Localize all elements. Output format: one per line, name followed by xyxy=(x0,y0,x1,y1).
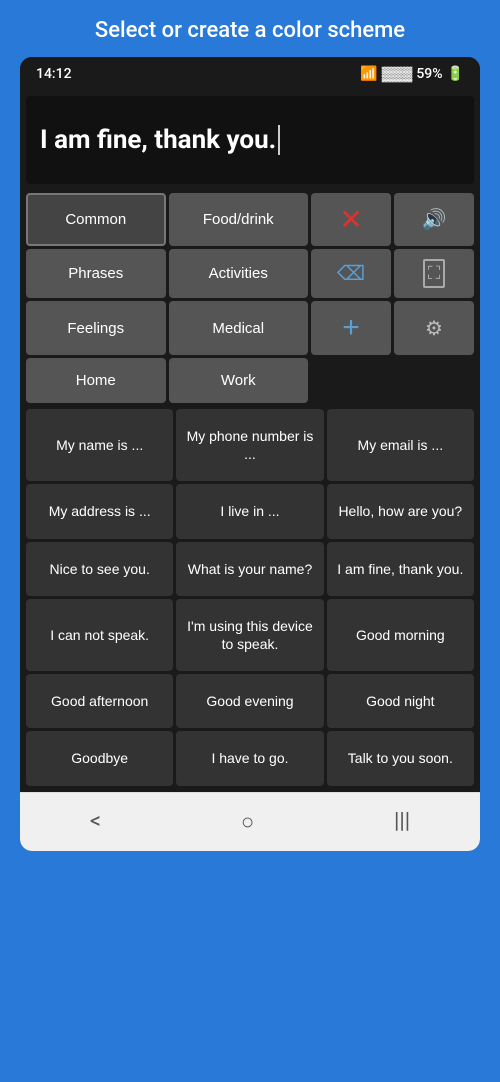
delete-icon: ⌫ xyxy=(337,261,365,286)
back-button[interactable]: < xyxy=(70,805,121,838)
phrase-good-night[interactable]: Good night xyxy=(327,674,474,728)
recents-button[interactable]: ||| xyxy=(374,805,430,838)
phrase-i-am-fine[interactable]: I am fine, thank you. xyxy=(327,542,474,596)
signal-icon: ▓▓▓ xyxy=(382,65,413,82)
add-icon: + xyxy=(342,311,360,345)
nav-bar: < ○ ||| xyxy=(20,792,480,851)
category-home[interactable]: Home xyxy=(26,358,166,403)
phrase-goodbye[interactable]: Goodbye xyxy=(26,731,173,785)
speaker-button[interactable]: 🔊 xyxy=(394,193,474,246)
text-display: I am fine, thank you. xyxy=(26,96,474,184)
phrase-good-morning[interactable]: Good morning xyxy=(327,599,474,671)
category-grid: Common Food/drink ✕ 🔊 Phrases Activities… xyxy=(20,190,480,406)
phone-frame: 14:12 📶 ▓▓▓ 59% 🔋 I am fine, thank you. … xyxy=(20,57,480,851)
add-button[interactable]: + xyxy=(311,301,391,355)
settings-button[interactable]: ⚙ xyxy=(394,301,474,355)
phrase-nice-to-see[interactable]: Nice to see you. xyxy=(26,542,173,596)
close-button[interactable]: ✕ xyxy=(311,193,391,246)
battery-level: 59% xyxy=(416,66,442,82)
wifi-icon: 📶 xyxy=(360,66,377,82)
battery-icon: 🔋 xyxy=(447,66,464,82)
phrase-talk-soon[interactable]: Talk to you soon. xyxy=(327,731,474,785)
delete-button[interactable]: ⌫ xyxy=(311,249,391,298)
text-cursor xyxy=(278,125,280,155)
phrase-live-in[interactable]: I live in ... xyxy=(176,484,323,538)
home-button[interactable]: ○ xyxy=(221,805,274,839)
phrase-good-afternoon[interactable]: Good afternoon xyxy=(26,674,173,728)
status-bar: 14:12 📶 ▓▓▓ 59% 🔋 xyxy=(20,57,480,90)
phrase-email[interactable]: My email is ... xyxy=(327,409,474,481)
phrase-hello-how[interactable]: Hello, how are you? xyxy=(327,484,474,538)
phrase-what-name[interactable]: What is your name? xyxy=(176,542,323,596)
status-time: 14:12 xyxy=(36,66,72,82)
phrase-have-to-go[interactable]: I have to go. xyxy=(176,731,323,785)
gear-icon: ⚙ xyxy=(425,316,443,341)
header-title: Select or create a color scheme xyxy=(20,18,480,43)
phrase-grid: My name is ... My phone number is ... My… xyxy=(20,406,480,792)
phrase-address[interactable]: My address is ... xyxy=(26,484,173,538)
phrase-my-name[interactable]: My name is ... xyxy=(26,409,173,481)
phrase-using-device[interactable]: I'm using this device to speak. xyxy=(176,599,323,671)
app-header: Select or create a color scheme xyxy=(0,0,500,57)
category-feelings[interactable]: Feelings xyxy=(26,301,166,355)
speaker-icon: 🔊 xyxy=(422,207,447,232)
category-common[interactable]: Common xyxy=(26,193,166,246)
category-activities[interactable]: Activities xyxy=(169,249,309,298)
phrase-cannot-speak[interactable]: I can not speak. xyxy=(26,599,173,671)
category-medical[interactable]: Medical xyxy=(169,301,309,355)
expand-icon: ⛶ xyxy=(423,259,446,288)
category-work[interactable]: Work xyxy=(169,358,309,403)
close-icon: ✕ xyxy=(339,203,362,236)
expand-button[interactable]: ⛶ xyxy=(394,249,474,298)
phrase-phone-number[interactable]: My phone number is ... xyxy=(176,409,323,481)
category-food-drink[interactable]: Food/drink xyxy=(169,193,309,246)
phrase-good-evening[interactable]: Good evening xyxy=(176,674,323,728)
category-phrases[interactable]: Phrases xyxy=(26,249,166,298)
status-right: 📶 ▓▓▓ 59% 🔋 xyxy=(360,65,464,82)
display-text: I am fine, thank you. xyxy=(40,125,276,155)
